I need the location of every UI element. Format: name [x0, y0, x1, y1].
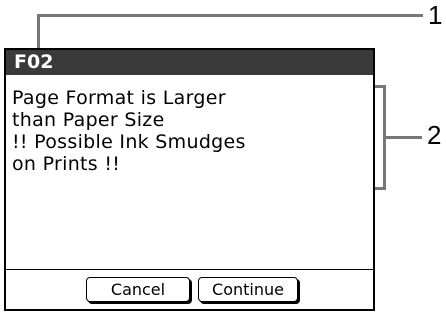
cancel-button[interactable]: Cancel — [86, 277, 190, 302]
dialog-title-code: F02 — [6, 50, 373, 75]
callout-2-number: 2 — [427, 120, 442, 150]
dialog-footer-divider — [6, 269, 373, 270]
callout-1-leader-horizontal — [37, 14, 423, 17]
continue-button[interactable]: Continue — [198, 277, 298, 302]
callout-1-leader-vertical — [37, 14, 40, 50]
dialog-message: Page Format is Larger than Paper Size !!… — [12, 87, 246, 175]
callout-1-number: 1 — [428, 0, 443, 30]
callout-2-leader — [386, 136, 422, 139]
error-dialog: F02 Page Format is Larger than Paper Siz… — [4, 48, 375, 311]
